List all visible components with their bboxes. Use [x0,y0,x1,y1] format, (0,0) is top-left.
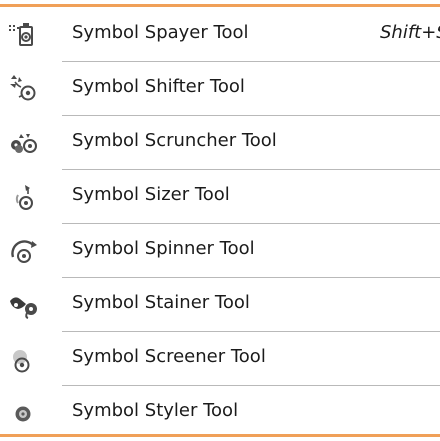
symbol-shifter-icon [6,71,44,109]
menu-item-label: Symbol Scruncher Tool [72,130,277,151]
symbol-screener-icon [6,341,44,379]
symbol-sprayer-icon [6,17,44,55]
menu-item-symbol-shifter-tool[interactable]: Symbol Shifter Tool [0,62,440,116]
symbol-stainer-icon [6,287,44,325]
menu-item-shortcut: Shift+S [380,22,440,43]
symbol-scruncher-icon [6,125,44,163]
menu-item-symbol-screener-tool[interactable]: Symbol Screener Tool [0,332,440,386]
menu-item-symbol-spinner-tool[interactable]: Symbol Spinner Tool [0,224,440,278]
menu-top-accent-bar [0,4,440,7]
symbol-styler-icon [6,395,44,433]
menu-item-symbol-styler-tool[interactable]: Symbol Styler Tool [0,386,440,440]
symbol-sizer-icon [6,179,44,217]
symbol-tools-flyout-menu: Symbol Spayer Tool Shift+S Symbol Shifte… [0,0,440,441]
menu-item-label: Symbol Styler Tool [72,400,239,421]
menu-item-label: Symbol Spinner Tool [72,238,255,259]
menu-item-symbol-sprayer-tool[interactable]: Symbol Spayer Tool Shift+S [0,8,440,62]
menu-item-label: Symbol Screener Tool [72,346,266,367]
menu-bottom-accent-bar [0,434,440,437]
menu-item-label: Symbol Spayer Tool [72,22,249,43]
menu-item-symbol-sizer-tool[interactable]: Symbol Sizer Tool [0,170,440,224]
symbol-spinner-icon [6,233,44,271]
menu-item-symbol-scruncher-tool[interactable]: Symbol Scruncher Tool [0,116,440,170]
menu-item-label: Symbol Shifter Tool [72,76,245,97]
menu-item-symbol-stainer-tool[interactable]: Symbol Stainer Tool [0,278,440,332]
menu-item-label: Symbol Sizer Tool [72,184,230,205]
menu-item-label: Symbol Stainer Tool [72,292,250,313]
